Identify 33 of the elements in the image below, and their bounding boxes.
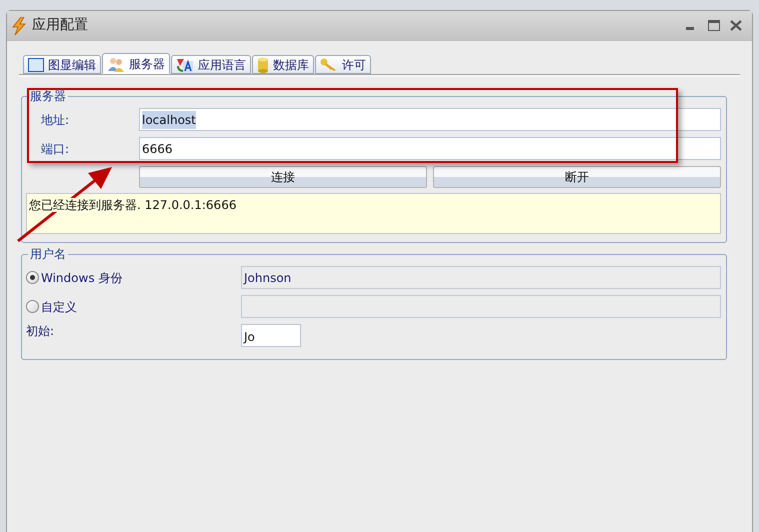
field-value: localhost bbox=[142, 110, 196, 128]
tab[interactable]: 数据库 bbox=[252, 55, 314, 74]
key-icon bbox=[320, 58, 338, 72]
field-value: 6666 bbox=[142, 140, 173, 158]
language-icon bbox=[176, 56, 194, 72]
action-button[interactable]: 断开 bbox=[433, 166, 721, 188]
minimize-icon[interactable] bbox=[686, 26, 696, 30]
tab[interactable]: 许可 bbox=[315, 55, 371, 74]
action-button[interactable]: 连接 bbox=[139, 166, 427, 188]
input-field[interactable]: localhost bbox=[139, 108, 721, 131]
lightning-icon bbox=[11, 16, 27, 34]
radio-button[interactable] bbox=[26, 271, 39, 284]
field-label: 地址: bbox=[40, 112, 70, 128]
group-title: 用户名 bbox=[29, 246, 67, 263]
field-value: Johnson bbox=[244, 271, 292, 285]
status-message: 您已经连接到服务器. 127.0.0.1:6666 bbox=[29, 198, 236, 212]
users-icon bbox=[107, 56, 125, 72]
maximize-icon[interactable] bbox=[708, 20, 720, 31]
field-label: 端口: bbox=[40, 140, 70, 158]
input-field[interactable]: Jo bbox=[241, 324, 301, 346]
field-label: 初始: bbox=[26, 323, 56, 340]
database-icon bbox=[257, 56, 269, 72]
group-title: 服务器 bbox=[29, 88, 67, 105]
close-icon[interactable] bbox=[730, 20, 742, 31]
radio-button[interactable] bbox=[26, 300, 39, 313]
input-field[interactable]: 6666 bbox=[139, 137, 721, 160]
tab[interactable]: 应用语言 bbox=[171, 55, 251, 74]
tab[interactable]: 图显编辑 bbox=[23, 55, 101, 74]
radio-label: 自定义 bbox=[41, 298, 77, 316]
radio-label: Windows 身份 bbox=[41, 270, 122, 286]
window-icon bbox=[28, 58, 44, 72]
window-title: 应用配置 bbox=[32, 16, 88, 35]
tab[interactable]: 服务器 bbox=[102, 53, 170, 74]
